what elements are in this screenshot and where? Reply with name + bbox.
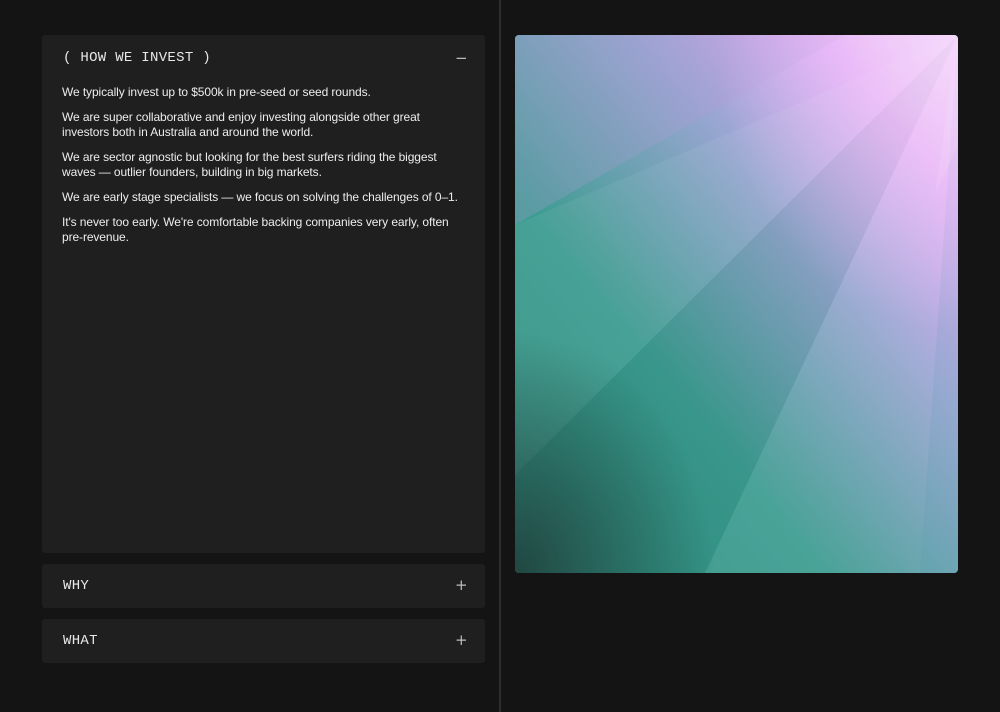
invest-paragraph: We are sector agnostic but looking for t… [62, 150, 437, 179]
collapse-minus-icon[interactable]: − [455, 50, 468, 66]
accordion-header-why[interactable]: WHY + [42, 564, 485, 608]
accordion-body-how-we-invest: We typically invest up to $500k in pre-s… [62, 85, 462, 255]
column-divider [499, 0, 501, 712]
page: ( HOW WE INVEST ) − We typically invest … [0, 0, 1000, 712]
accordion-title-why: WHY [63, 578, 90, 594]
accordion-panel-what: WHAT + [42, 619, 485, 663]
accordion-panel-why: WHY + [42, 564, 485, 608]
accordion-header-how-we-invest[interactable]: ( HOW WE INVEST ) − [42, 35, 485, 79]
accordion-header-what[interactable]: WHAT + [42, 619, 485, 663]
invest-paragraph: We typically invest up to $500k in pre-s… [62, 85, 371, 99]
accordion-title-what: WHAT [63, 633, 98, 649]
expand-plus-icon[interactable]: + [455, 632, 468, 648]
invest-paragraph: We are early stage specialists — we focu… [62, 190, 458, 204]
invest-paragraph: It's never too early. We're comfortable … [62, 215, 449, 244]
gradient-artwork-image [515, 35, 958, 573]
expand-plus-icon[interactable]: + [455, 577, 468, 593]
gradient-rays-graphic [515, 35, 958, 573]
accordion-title-how-we-invest: ( HOW WE INVEST ) [63, 50, 211, 66]
accordion-panel-how-we-invest: ( HOW WE INVEST ) − We typically invest … [42, 35, 485, 553]
invest-paragraph: We are super collaborative and enjoy inv… [62, 110, 420, 139]
